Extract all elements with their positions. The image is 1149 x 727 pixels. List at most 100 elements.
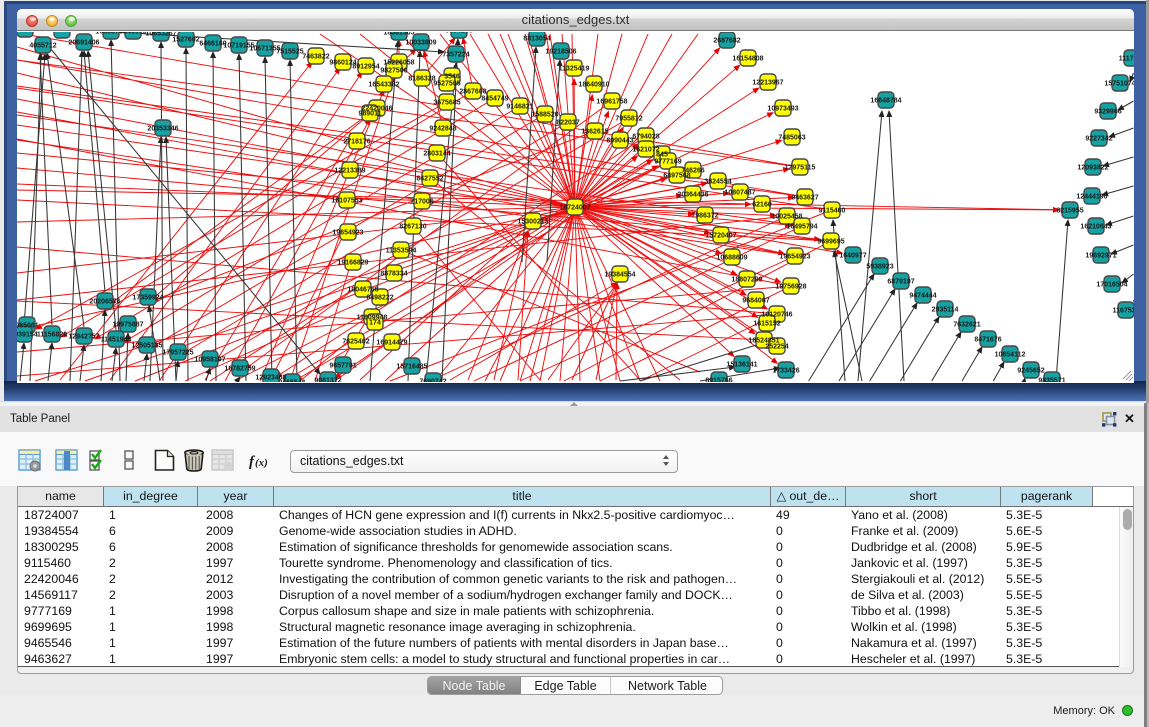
svg-text:174: 174 (369, 320, 381, 327)
svg-text:1733426: 1733426 (772, 368, 799, 375)
svg-text:7357224: 7357224 (442, 52, 469, 59)
svg-text:8912954: 8912954 (352, 64, 379, 71)
svg-text:16914479: 16914479 (376, 340, 407, 347)
svg-text:7485063: 7485063 (778, 135, 805, 142)
svg-text:2935114: 2935114 (932, 307, 959, 314)
svg-text:1362615: 1362615 (581, 129, 608, 136)
svg-text:9694103: 9694103 (445, 32, 472, 35)
svg-text:1588520: 1588520 (531, 112, 558, 119)
svg-text:8215955: 8215955 (1056, 208, 1083, 215)
svg-text:6794028: 6794028 (632, 134, 659, 141)
svg-text:3675685: 3675685 (433, 100, 460, 107)
svg-text:717006: 717006 (410, 199, 433, 206)
svg-text:18724007: 18724007 (559, 205, 590, 212)
svg-text:6498222: 6498222 (366, 295, 393, 302)
svg-text:6879197: 6879197 (887, 279, 914, 286)
svg-text:2803144: 2803144 (423, 151, 450, 158)
svg-text:8267130: 8267130 (399, 224, 426, 231)
svg-text:822037: 822037 (556, 120, 579, 127)
svg-text:7625402: 7625402 (342, 339, 369, 346)
svg-text:19166829: 19166829 (337, 260, 368, 267)
svg-text:10958107: 10958107 (194, 357, 225, 364)
svg-text:9465546: 9465546 (278, 380, 305, 383)
svg-text:7690742: 7690742 (419, 379, 446, 383)
svg-text:10033809: 10033809 (405, 40, 436, 47)
svg-text:845: 845 (656, 152, 668, 159)
svg-text:7463822: 7463822 (302, 54, 329, 61)
svg-text:1615152: 1615152 (753, 321, 780, 328)
svg-text:19692971: 19692971 (1085, 253, 1116, 260)
svg-text:9646910: 9646910 (119, 32, 146, 36)
svg-text:15226058: 15226058 (383, 60, 414, 67)
svg-text:2687682: 2687682 (713, 38, 740, 45)
svg-text:12213389: 12213389 (334, 168, 365, 175)
svg-text:16782759: 16782759 (224, 366, 255, 373)
svg-text:10120746: 10120746 (761, 312, 792, 319)
svg-text:9657791: 9657791 (329, 363, 356, 370)
svg-text:9463627: 9463627 (791, 195, 818, 202)
svg-text:9835571: 9835571 (1038, 378, 1065, 383)
svg-text:9777169: 9777169 (654, 159, 681, 166)
svg-text:9699695: 9699695 (817, 239, 844, 246)
svg-text:8813054: 8813054 (523, 36, 550, 43)
svg-text:9146821: 9146821 (506, 104, 533, 111)
svg-text:7986372: 7986372 (691, 213, 718, 220)
svg-text:2867608: 2867608 (459, 89, 486, 96)
svg-text:15716485: 15716485 (396, 364, 427, 371)
svg-text:19384554: 19384554 (604, 272, 635, 279)
svg-text:1167533: 1167533 (1113, 308, 1134, 315)
svg-text:3546: 3546 (444, 74, 460, 81)
svg-text:20206576: 20206576 (89, 299, 120, 306)
svg-text:5938923: 5938923 (866, 264, 893, 271)
svg-text:12505135: 12505135 (131, 343, 162, 350)
svg-text:10025458: 10025458 (771, 214, 802, 221)
svg-text:8186328: 8186328 (408, 76, 435, 83)
svg-text:18640910: 18640910 (578, 82, 609, 89)
svg-text:252254: 252254 (765, 344, 788, 351)
svg-text:16495794: 16495794 (786, 224, 817, 231)
svg-text:9245652: 9245652 (1017, 368, 1044, 375)
svg-text:3824554: 3824554 (704, 179, 731, 186)
svg-text:1527602: 1527602 (172, 37, 199, 44)
svg-text:10654112: 10654112 (995, 352, 1026, 359)
svg-text:16107553: 16107553 (331, 198, 362, 205)
svg-text:16543382: 16543382 (368, 82, 399, 89)
svg-text:8878334: 8878334 (380, 271, 407, 278)
svg-text:7955812: 7955812 (615, 116, 642, 123)
svg-text:9227342: 9227342 (1085, 136, 1112, 143)
svg-text:9329966: 9329966 (1094, 109, 1121, 116)
svg-text:989011: 989011 (359, 111, 382, 118)
svg-text:11451944: 11451944 (101, 337, 132, 344)
svg-text:19975887: 19975887 (112, 322, 143, 329)
svg-text:12975115: 12975115 (785, 165, 816, 172)
svg-text:9081372: 9081372 (314, 378, 341, 383)
svg-text:8454749: 8454749 (481, 96, 508, 103)
svg-text:10046766: 10046766 (347, 287, 378, 294)
svg-text:8471676: 8471676 (974, 337, 1001, 344)
svg-text:10688609: 10688609 (716, 255, 747, 262)
svg-text:16961758: 16961758 (596, 99, 627, 106)
svg-text:17359924: 17359924 (132, 295, 163, 302)
svg-text:9242848: 9242848 (429, 126, 456, 133)
svg-text:15300215: 15300215 (517, 219, 548, 226)
svg-text:985061: 985061 (17, 323, 39, 330)
svg-text:6497568: 6497568 (663, 173, 690, 180)
svg-text:12093822: 12093822 (1077, 165, 1108, 172)
svg-text:19654923: 19654923 (332, 230, 363, 237)
svg-text:20691406: 20691406 (68, 40, 99, 47)
svg-text:1640977: 1640977 (839, 253, 866, 260)
svg-text:12213967: 12213967 (752, 80, 783, 87)
svg-text:15720407: 15720407 (705, 233, 736, 240)
svg-text:12942757: 12942757 (68, 334, 99, 341)
svg-text:18381305: 18381305 (383, 32, 414, 37)
svg-text:10973493: 10973493 (767, 106, 798, 113)
svg-text:18807299: 18807299 (731, 277, 762, 284)
svg-text:8427552: 8427552 (416, 176, 443, 183)
svg-text:11353594: 11353594 (386, 248, 417, 255)
svg-text:15751074: 15751074 (1104, 81, 1134, 88)
svg-text:62160: 62160 (752, 202, 772, 209)
svg-text:8990443: 8990443 (606, 138, 633, 145)
svg-text:2718176: 2718176 (343, 139, 370, 146)
svg-text:7632621: 7632621 (953, 322, 980, 329)
svg-text:20353346: 20353346 (147, 126, 178, 133)
